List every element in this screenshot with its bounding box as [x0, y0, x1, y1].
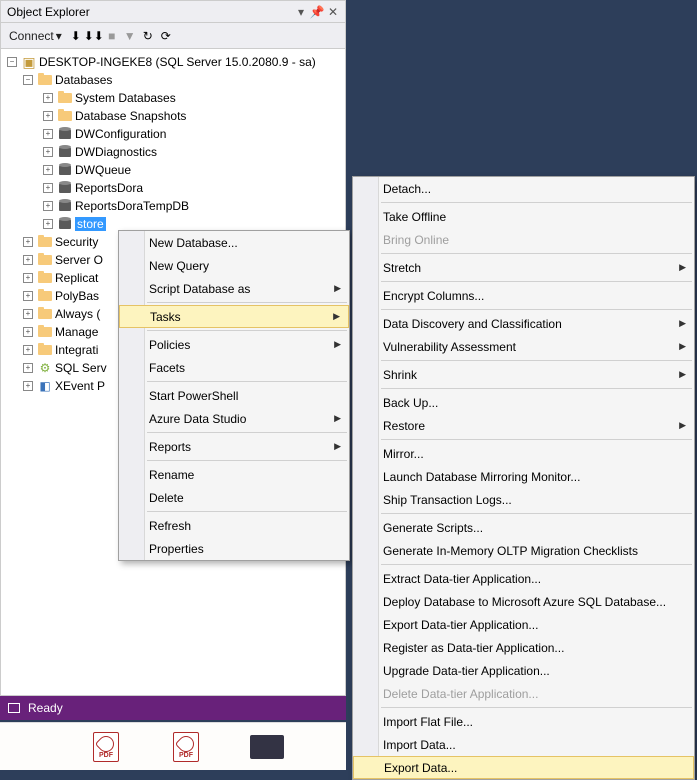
menu-delete[interactable]: Delete — [119, 486, 349, 509]
menu-mirror[interactable]: Mirror... — [353, 442, 694, 465]
folder-icon — [57, 108, 73, 124]
database-icon — [57, 144, 73, 160]
menu-import-data[interactable]: Import Data... — [353, 733, 694, 756]
panel-header: Object Explorer ▾ 📌 ✕ — [1, 1, 345, 23]
tree-node-reportsdoratmp[interactable]: +ReportsDoraTempDB — [1, 197, 345, 215]
menu-ship-tx-logs[interactable]: Ship Transaction Logs... — [353, 488, 694, 511]
menu-deploy-azure[interactable]: Deploy Database to Microsoft Azure SQL D… — [353, 590, 694, 613]
menu-generate-scripts[interactable]: Generate Scripts... — [353, 516, 694, 539]
menu-vulnerability[interactable]: Vulnerability Assessment▶ — [353, 335, 694, 358]
taskbar: PDF PDF — [0, 722, 346, 770]
folder-icon — [37, 306, 53, 322]
tree-node-dwdiag[interactable]: +DWDiagnostics — [1, 143, 345, 161]
menu-generate-imoltp[interactable]: Generate In-Memory OLTP Migration Checkl… — [353, 539, 694, 562]
menu-refresh[interactable]: Refresh — [119, 514, 349, 537]
tree-node-sysdb[interactable]: +System Databases — [1, 89, 345, 107]
menu-policies[interactable]: Policies▶ — [119, 333, 349, 356]
menu-tasks[interactable]: Tasks▶ — [119, 305, 349, 328]
menu-properties[interactable]: Properties — [119, 537, 349, 560]
menu-start-powershell[interactable]: Start PowerShell — [119, 384, 349, 407]
context-menu-database: New Database... New Query Script Databas… — [118, 230, 350, 561]
stop-icon[interactable]: ■ — [104, 28, 120, 44]
database-icon — [57, 180, 73, 196]
menu-facets[interactable]: Facets — [119, 356, 349, 379]
menu-back-up[interactable]: Back Up... — [353, 391, 694, 414]
menu-data-discovery[interactable]: Data Discovery and Classification▶ — [353, 312, 694, 335]
menu-azure-data-studio[interactable]: Azure Data Studio▶ — [119, 407, 349, 430]
menu-restore[interactable]: Restore▶ — [353, 414, 694, 437]
menu-import-flat-file[interactable]: Import Flat File... — [353, 710, 694, 733]
dropdown-icon[interactable]: ▾ — [293, 4, 309, 20]
menu-extract-dta[interactable]: Extract Data-tier Application... — [353, 567, 694, 590]
database-icon — [57, 126, 73, 142]
menu-export-data[interactable]: Export Data... — [353, 756, 694, 779]
close-icon[interactable]: ✕ — [325, 4, 341, 20]
folder-icon — [37, 324, 53, 340]
chevron-right-icon: ▶ — [679, 369, 686, 380]
database-icon — [57, 162, 73, 178]
connect-button[interactable]: Connect ▾ — [5, 27, 66, 45]
menu-take-offline[interactable]: Take Offline — [353, 205, 694, 228]
taskbar-thumbnail-icon[interactable] — [250, 735, 284, 759]
menu-new-query[interactable]: New Query — [119, 254, 349, 277]
chevron-right-icon: ▶ — [679, 341, 686, 352]
panel-title: Object Explorer — [5, 5, 293, 19]
chevron-right-icon: ▶ — [334, 441, 341, 452]
chevron-right-icon: ▶ — [333, 311, 340, 322]
menu-detach[interactable]: Detach... — [353, 177, 694, 200]
menu-shrink[interactable]: Shrink▶ — [353, 363, 694, 386]
tree-node-dwconfig[interactable]: +DWConfiguration — [1, 125, 345, 143]
context-menu-tasks: Detach... Take Offline Bring Online Stre… — [352, 176, 695, 780]
toolbar: Connect ▾ ⬇ ⬇⬇ ■ ▼ ↻ ⟳ — [1, 23, 345, 49]
menu-script-database[interactable]: Script Database as▶ — [119, 277, 349, 300]
chevron-right-icon: ▶ — [334, 339, 341, 350]
agent-icon: ⚙ — [37, 360, 53, 376]
menu-new-database[interactable]: New Database... — [119, 231, 349, 254]
menu-export-dta[interactable]: Export Data-tier Application... — [353, 613, 694, 636]
menu-reports[interactable]: Reports▶ — [119, 435, 349, 458]
pin-icon[interactable]: 📌 — [309, 4, 325, 20]
menu-bring-online: Bring Online — [353, 228, 694, 251]
folder-icon — [37, 342, 53, 358]
tree-node-snapshots[interactable]: +Database Snapshots — [1, 107, 345, 125]
folder-icon — [37, 288, 53, 304]
xevent-icon: ◧ — [37, 378, 53, 394]
menu-register-dta[interactable]: Register as Data-tier Application... — [353, 636, 694, 659]
menu-delete-dta: Delete Data-tier Application... — [353, 682, 694, 705]
refresh-icon[interactable]: ↻ — [140, 28, 156, 44]
chevron-right-icon: ▶ — [334, 413, 341, 424]
chevron-right-icon: ▶ — [679, 420, 686, 431]
chevron-right-icon: ▶ — [679, 262, 686, 273]
folder-icon — [37, 270, 53, 286]
status-text: Ready — [28, 701, 63, 715]
status-bar: Ready — [0, 696, 346, 720]
folder-icon — [37, 252, 53, 268]
server-node[interactable]: −▣DESKTOP-INGEKE8 (SQL Server 15.0.2080.… — [1, 53, 345, 71]
pdf-icon[interactable]: PDF — [170, 731, 202, 763]
folder-icon — [57, 90, 73, 106]
status-indicator-icon — [8, 703, 20, 713]
menu-rename[interactable]: Rename — [119, 463, 349, 486]
database-icon — [57, 198, 73, 214]
menu-stretch[interactable]: Stretch▶ — [353, 256, 694, 279]
tree-node-reportsdora[interactable]: +ReportsDora — [1, 179, 345, 197]
database-icon — [57, 216, 73, 232]
loader-icon[interactable]: ⟳ — [158, 28, 174, 44]
folder-icon — [37, 72, 53, 88]
disconnect-icon[interactable]: ⬇ — [68, 28, 84, 44]
chevron-right-icon: ▶ — [679, 318, 686, 329]
menu-launch-mirroring[interactable]: Launch Database Mirroring Monitor... — [353, 465, 694, 488]
databases-node[interactable]: −Databases — [1, 71, 345, 89]
menu-upgrade-dta[interactable]: Upgrade Data-tier Application... — [353, 659, 694, 682]
menu-encrypt-columns[interactable]: Encrypt Columns... — [353, 284, 694, 307]
disconnect-all-icon[interactable]: ⬇⬇ — [86, 28, 102, 44]
pdf-icon[interactable]: PDF — [90, 731, 122, 763]
tree-node-dwqueue[interactable]: +DWQueue — [1, 161, 345, 179]
chevron-right-icon: ▶ — [334, 283, 341, 294]
server-icon: ▣ — [21, 54, 37, 70]
filter-icon[interactable]: ▼ — [122, 28, 138, 44]
folder-icon — [37, 234, 53, 250]
